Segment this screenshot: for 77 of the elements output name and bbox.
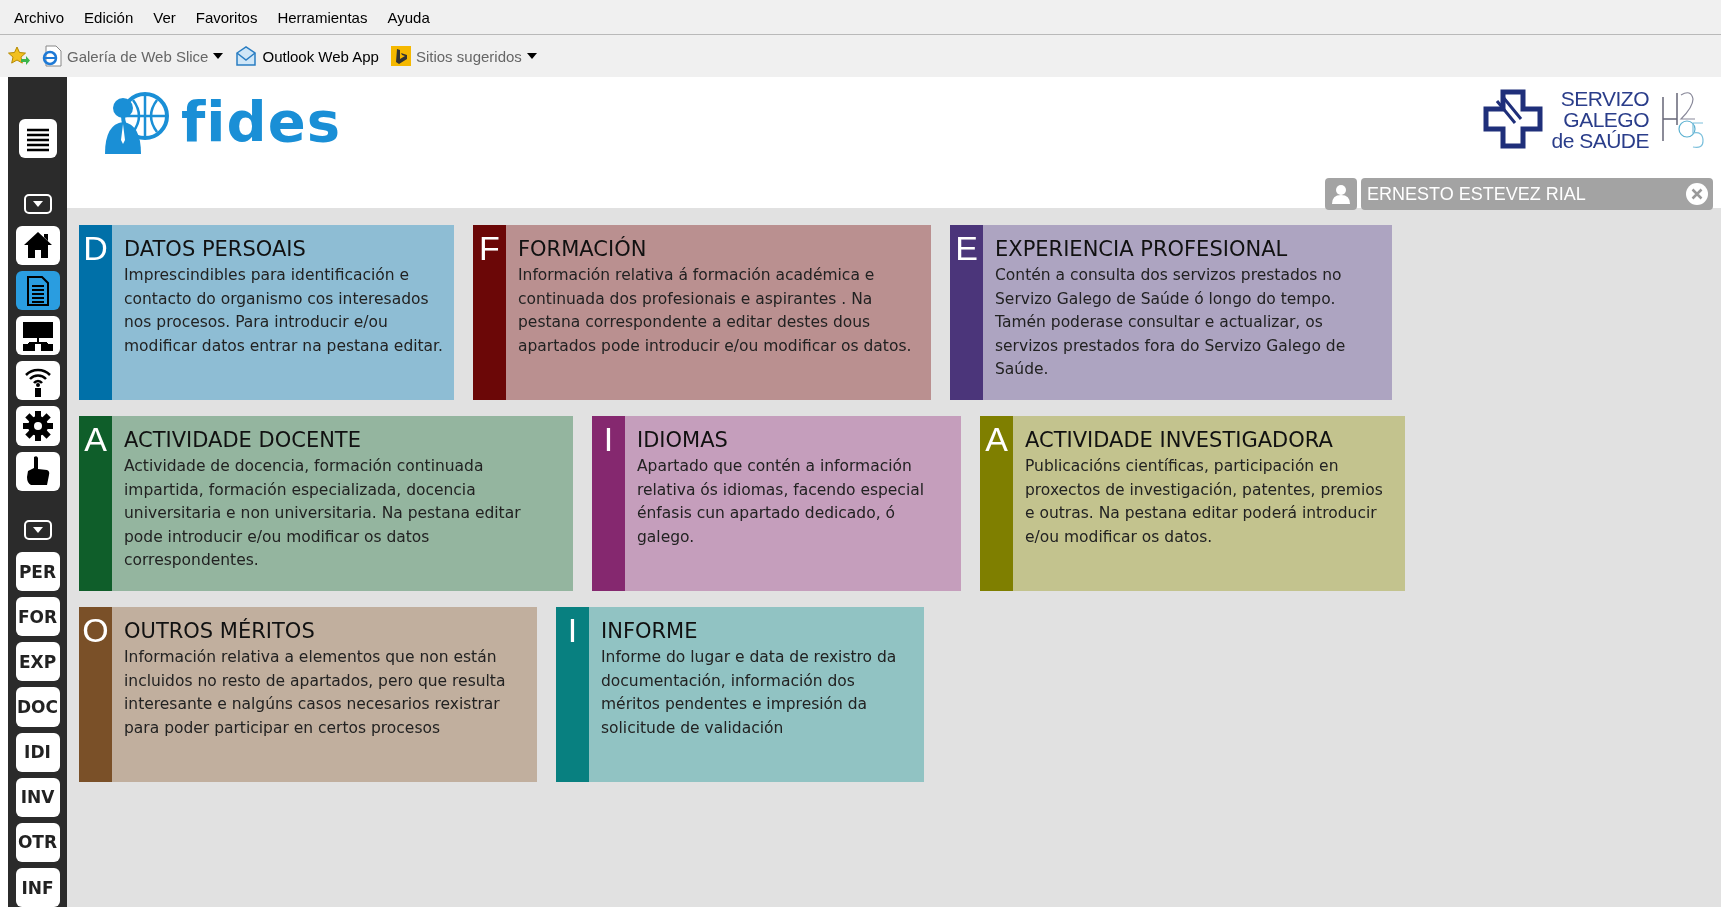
sidebar-item[interactable]: INV [15,777,60,817]
section-card[interactable]: D DATOS PERSOAIS Imprescindibles para identificación e contacto do organismo cos interesados nos procesos. Para introducir e/ou modificar datos entrar na pestana editar. [79,225,454,400]
menu-item[interactable]: Herramientas [267,8,378,26]
b-square-icon [390,46,411,66]
menu-button[interactable] [18,119,57,159]
card-description: Informe do lugar e data de rexistro da documentación, información dos méritos pendentes e impresión da solicitude de validación [601,647,898,739]
sidebar-item[interactable] [15,316,60,356]
menu-item[interactable]: Ver [143,8,186,26]
sidebar-item[interactable] [15,451,60,491]
page-e-icon [42,45,62,67]
card-letter-strip: A [79,416,112,591]
sidebar-item[interactable]: FOR [15,597,60,637]
favorites-link[interactable]: Galería de Web Slice [42,45,224,67]
menu-item[interactable]: Archivo [4,8,75,26]
menu-item[interactable]: Ayuda [377,8,440,26]
cross-logo-icon [1483,89,1544,149]
card-description: Publicacións científicas, participación en proxectos de investigación, patentes, premios e outras. Na pestana editar poderá introducir e/ou modificar os datos. [1025,456,1384,548]
card-letter-strip: E [950,225,983,400]
section-card[interactable]: I IDIOMAS Apartado que contén a información relativa ós idiomas, facendo especial énfasis cun apartado dedicado, ó galego. [592,416,961,591]
sidebar-item[interactable] [15,225,60,265]
section-card[interactable] [950,225,1392,400]
card-title: EXPERIENCIA PROFESIONAL [995,237,1289,261]
sidebar-item[interactable]: DOC [15,687,60,727]
sidebar-item[interactable] [15,361,60,401]
favorites-star-icon[interactable] [8,46,30,66]
sidebar-item[interactable]: INF [15,868,60,907]
card-letter-strip: F [473,225,506,400]
caret-icon [32,200,43,207]
card-letter-strip: I [556,607,589,782]
card-description: Contén a consulta dos servizos prestados no Servizo Galego de Saúde ó longo do tempo. Tamén poderase consultar e actualizar, os servizos prestados fora do Servizo Galego de Saúde. [995,265,1347,380]
card-description: Apartado que contén a información relativa ós idiomas, facendo especial énfasis cun apartado dedicado, ó galego. [637,456,925,548]
close-icon[interactable] [1685,182,1709,206]
settings-icon [22,410,53,441]
favorites-link[interactable]: Sitios sugeridos [390,46,537,66]
collapse-toggle[interactable] [23,194,52,214]
sidebar-item[interactable]: PER [15,552,60,592]
org-name-line: de SAÚDE [1551,129,1649,151]
envelope-icon [235,45,258,67]
card-title: DATOS PERSOAIS [124,237,307,261]
section-card[interactable]: F FORMACIÓN Información relativa á formación académica e continuada dos profesionais e aspirantes . Na pestana correspondente a editar destes dous apartados pode introducir e/ou modificar os datos. [473,225,931,400]
document-icon [25,275,50,306]
sidebar-item[interactable]: EXP [15,642,60,682]
card-description: Información relativa a elementos que non están incluidos no resto de apartados, pero que resulta interesante e nalgúns casos necesarios rexistrar para poder participar en certos procesos [124,647,507,739]
card-description: Información relativa á formación académica e continuada dos profesionais e aspirantes . Na pestana correspondente a editar destes dous apartados pode introducir e/ou modificar os datos. [518,265,913,357]
card-title: INFORME [601,619,699,643]
card-letter-strip: A [980,416,1013,591]
caret-icon [32,527,43,534]
collapse-toggle[interactable] [23,520,52,540]
home-icon [22,231,53,260]
card-title: FORMACIÓN [518,237,648,261]
pointing-hand-icon [24,455,51,488]
card-letter-strip: I [592,416,625,591]
org-name-line: GALEGO [1563,108,1649,130]
card-description: Imprescindibles para identificación e contacto do organismo cos interesados nos procesos. Para introducir e/ou modificar datos entrar na pestana editar. [124,265,444,357]
section-card[interactable] [79,607,537,782]
app-logo-text: fides [181,89,341,154]
menu-item[interactable]: Edición [74,8,144,26]
card-description: Actividade de docencia, formación continuada impartida, formación especializada, docencia universitaria e non universitaria. Na pestana editar pode introducir e/ou modificar os datos correspondentes. [124,456,522,571]
card-title: IDIOMAS [637,428,729,452]
user-name-field: ERNESTO ESTEVEZ RIAL [1361,178,1713,210]
menu-item[interactable]: Favoritos [185,8,268,26]
section-card[interactable] [79,416,573,591]
card-title: ACTIVIDADE INVESTIGADORA [1025,428,1334,452]
card-letter-strip: D [79,225,112,400]
sidebar-item[interactable]: IDI [15,732,60,772]
section-card[interactable]: I INFORME Informe do lugar e data de rexistro da documentación, información dos méritos pendentes e impresión da solicitude de validación [556,607,924,782]
logo-person-globe-icon [103,89,171,154]
section-card[interactable]: A ACTIVIDADE INVESTIGADORA Publicacións científicas, participación en proxectos de investigación, patentes, premios e outras. Na pestana editar poderá introducir e/ou modificar os datos. [980,416,1405,591]
sidebar-item[interactable] [15,270,60,311]
org-name-line: SERVIZO [1560,87,1649,109]
sitemap-icon [21,320,54,351]
sidebar-item[interactable] [15,406,60,446]
card-letter-strip: O [79,607,112,782]
sidebar-item[interactable]: OTR [15,822,60,862]
card-title: ACTIVIDADE DOCENTE [124,428,362,452]
card-title: OUTROS MÉRITOS [124,619,316,643]
favorites-link[interactable]: Outlook Web App [235,45,379,67]
